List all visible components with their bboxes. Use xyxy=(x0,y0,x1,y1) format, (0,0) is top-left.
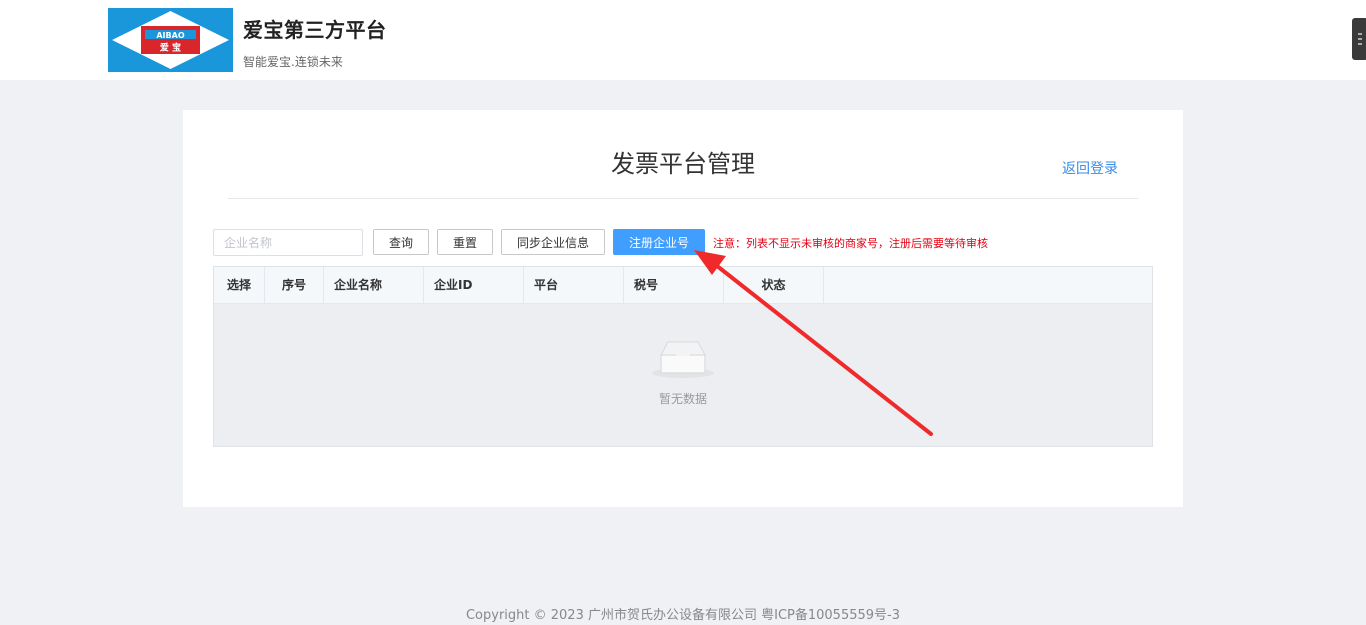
top-header: AIBAO 爱 宝 爱宝第三方平台 智能爱宝.连锁未来 xyxy=(0,0,1366,80)
column-header-select: 选择 xyxy=(214,267,265,304)
notice-text: 注意：列表不显示未审核的商家号，注册后需要等待审核 xyxy=(713,237,988,250)
empty-state-text: 暂无数据 xyxy=(658,392,707,406)
logo-text-en: AIBAO xyxy=(156,31,184,40)
company-table: 选择 序号 企业名称 企业ID 平台 税号 状态 暂无数据 xyxy=(213,266,1153,447)
side-panel-handle[interactable] xyxy=(1352,18,1366,60)
brand-subtitle: 智能爱宝.连锁未来 xyxy=(243,55,343,69)
register-company-button[interactable]: 注册企业号 xyxy=(613,229,705,255)
table-header: 选择 序号 企业名称 企业ID 平台 税号 状态 xyxy=(214,267,1152,304)
column-header-platform: 平台 xyxy=(524,267,624,304)
main-card: 发票平台管理 返回登录 查询 重置 同步企业信息 注册企业号 注意：列表不显示未… xyxy=(183,110,1183,507)
query-button[interactable]: 查询 xyxy=(373,229,429,255)
logo-text-cn: 爱 宝 xyxy=(160,42,181,54)
column-header-company-name: 企业名称 xyxy=(324,267,424,304)
brand-title: 爱宝第三方平台 xyxy=(243,18,387,42)
title-divider xyxy=(228,198,1138,199)
empty-inbox-icon xyxy=(651,340,715,384)
sync-company-info-button[interactable]: 同步企业信息 xyxy=(501,229,605,255)
back-to-login-link[interactable]: 返回登录 xyxy=(1062,158,1118,178)
column-header-tax-id: 税号 xyxy=(624,267,724,304)
column-header-status: 状态 xyxy=(724,267,824,304)
page-title: 发票平台管理 xyxy=(611,150,755,178)
company-name-input[interactable] xyxy=(213,229,363,256)
reset-button[interactable]: 重置 xyxy=(437,229,493,255)
footer-copyright: Copyright © 2023 广州市贺氏办公设备有限公司 粤ICP备1005… xyxy=(465,608,900,623)
column-header-index: 序号 xyxy=(265,267,324,304)
aibao-logo: AIBAO 爱 宝 xyxy=(108,8,233,72)
column-header-company-id: 企业ID xyxy=(424,267,524,304)
